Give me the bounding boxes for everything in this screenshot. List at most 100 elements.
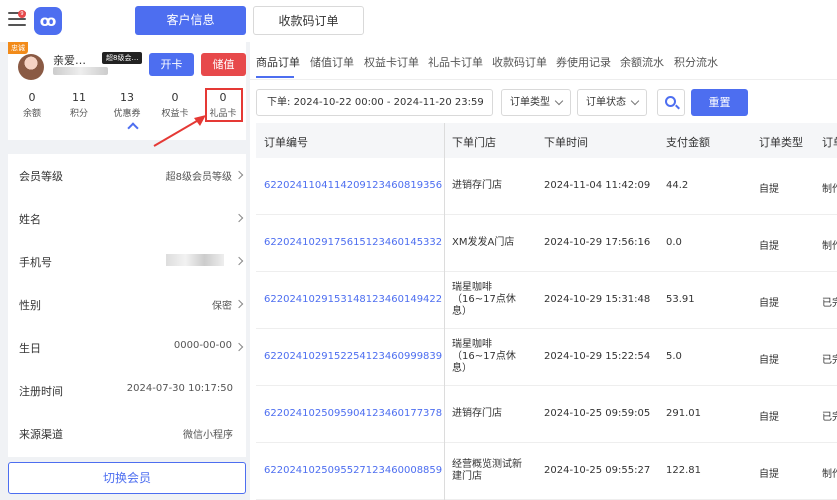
order-time: 2024-11-04 11:42:09 (544, 180, 651, 191)
tab-coupon-usage[interactable]: 券使用记录 (556, 54, 611, 70)
member-level-badge: 超8级会… (102, 52, 143, 64)
stat-points[interactable]: 11 积分 (55, 91, 103, 119)
order-status: 已完 (822, 298, 837, 309)
date-range-value: 2024-10-22 00:00 - 2024-11-20 23:59 (293, 97, 484, 108)
tab-payment-code-orders-sub[interactable]: 收款码订单 (492, 54, 547, 70)
tab-balance-flow[interactable]: 余额流水 (620, 54, 664, 70)
col-status: 订单 (822, 136, 837, 149)
order-id-link[interactable]: 6220241025095527123460008859 (264, 465, 442, 476)
info-row-name[interactable]: 姓名 (8, 197, 246, 240)
reset-button[interactable]: 重置 (691, 89, 748, 116)
order-id-link[interactable]: 6220241029175615123460145332 (264, 237, 442, 248)
select-label: 订单状态 (586, 97, 626, 108)
switch-member-button[interactable]: 切换会员 (8, 462, 246, 494)
info-value: 0000-00-00 (173, 340, 232, 351)
order-sub-tabs: 商品订单 储值订单 权益卡订单 礼品卡订单 收款码订单 券使用记录 余额流水 积… (250, 42, 837, 80)
deposit-button[interactable]: 储值 (201, 53, 246, 76)
order-type-select[interactable]: 订单类型 (501, 89, 571, 116)
column-divider[interactable] (444, 123, 445, 500)
member-info-card: 会员等级 超8级会员等级 姓名 手机号 性别 保密 生日 0000-00-00 … (8, 154, 246, 457)
order-amount: 291.01 (666, 408, 701, 419)
order-type: 自提 (759, 355, 779, 366)
stat-label: 积分 (69, 109, 88, 119)
info-row-gender[interactable]: 性别 保密 (8, 283, 246, 326)
tab-payment-code-orders[interactable]: 收款码订单 (253, 6, 364, 35)
stat-value: 13 (120, 91, 134, 104)
member-phone-blurred (53, 67, 108, 75)
stat-value: 0 (171, 91, 179, 104)
chevron-right-icon (234, 256, 244, 266)
info-row-source: 来源渠道 微信小程序 (8, 412, 246, 455)
stat-value: 0 (28, 91, 36, 104)
info-row-register-time: 注册时间 2024-07-30 10:17:50 (8, 369, 246, 412)
order-amount: 5.0 (666, 351, 682, 362)
col-time: 下单时间 (544, 136, 588, 149)
tab-rights-card-orders[interactable]: 权益卡订单 (364, 54, 419, 70)
order-status: 制作 (822, 469, 837, 480)
stat-label: 优惠券 (113, 109, 141, 119)
order-amount: 44.2 (666, 180, 689, 191)
order-time: 2024-10-29 17:56:16 (544, 237, 651, 248)
annotation-arrow-icon (153, 115, 206, 147)
order-status: 制作 (822, 241, 837, 252)
annotation-highlight-box (205, 88, 243, 122)
order-type: 自提 (759, 412, 779, 423)
info-label: 来源渠道 (19, 428, 63, 441)
tab-deposit-orders[interactable]: 储值订单 (310, 54, 354, 70)
search-button[interactable] (657, 89, 685, 116)
phone-blurred (166, 254, 224, 266)
stat-value: 11 (72, 91, 86, 104)
order-id-link[interactable]: 6220241029152254123460999839 (264, 351, 442, 362)
order-id-link[interactable]: 6220241025095904123460177378 (264, 408, 442, 419)
order-time: 2024-10-29 15:31:48 (544, 294, 651, 305)
orders-panel: 商品订单 储值订单 权益卡订单 礼品卡订单 收款码订单 券使用记录 余额流水 积… (250, 42, 837, 500)
stat-coupons[interactable]: 13 优惠券 (103, 91, 151, 119)
active-tab-indicator (256, 76, 294, 78)
info-value: 超8级会员等级 (165, 172, 232, 183)
order-status: 已完 (822, 355, 837, 366)
table-row: 6220241104114209123460819356 进销存门店 2024-… (256, 158, 837, 215)
info-row-phone[interactable]: 手机号 (8, 240, 246, 283)
order-type: 自提 (759, 184, 779, 195)
order-amount: 53.91 (666, 294, 695, 305)
order-store: 进销存门店 (452, 408, 502, 419)
col-amount: 支付金额 (666, 136, 710, 149)
date-range-picker[interactable]: 下单: 2024-10-22 00:00 - 2024-11-20 23:59 (256, 89, 493, 116)
order-id-link[interactable]: 6220241104114209123460819356 (264, 180, 442, 191)
table-row: 6220241025095904123460177378 进销存门店 2024-… (256, 386, 837, 443)
order-type: 自提 (759, 241, 779, 252)
col-type: 订单类型 (759, 136, 803, 149)
order-amount: 0.0 (666, 237, 682, 248)
tab-product-orders[interactable]: 商品订单 (256, 54, 300, 70)
member-name: 亲爱… (53, 54, 86, 67)
info-value: 保密 (212, 301, 232, 312)
tab-customer-info[interactable]: 客户信息 (135, 6, 246, 35)
order-store: 进销存门店 (452, 180, 502, 191)
chevron-right-icon (234, 299, 244, 309)
stat-label: 余额 (22, 109, 41, 119)
open-card-button[interactable]: 开卡 (149, 53, 194, 76)
table-row: 6220241029152254123460999839 瑞星咖啡（16~17点… (256, 329, 837, 386)
info-row-level[interactable]: 会员等级 超8级会员等级 (8, 154, 246, 197)
info-row-birthday[interactable]: 生日 0000-00-00 (8, 326, 246, 369)
tab-gift-card-orders[interactable]: 礼品卡订单 (428, 54, 483, 70)
collapse-chevron-up-icon[interactable] (127, 122, 139, 134)
col-store: 下单门店 (452, 136, 496, 149)
order-time: 2024-10-25 09:55:27 (544, 465, 651, 476)
info-label: 手机号 (19, 256, 52, 269)
info-label: 生日 (19, 342, 41, 355)
select-label: 订单类型 (510, 97, 550, 108)
order-store: 瑞星咖啡（16~17点休息） (452, 282, 516, 317)
stat-balance[interactable]: 0 余额 (8, 91, 56, 119)
order-status-select[interactable]: 订单状态 (577, 89, 647, 116)
orders-table: 订单编号 下单门店 下单时间 支付金额 订单类型 订单 622024110411… (256, 123, 837, 500)
tab-points-flow[interactable]: 积分流水 (674, 54, 718, 70)
order-id-link[interactable]: 6220241029153148123460149422 (264, 294, 442, 305)
order-store: 经营概览测试新建门店 (452, 459, 522, 482)
info-label: 性别 (19, 299, 41, 312)
order-time: 2024-10-25 09:59:05 (544, 408, 651, 419)
order-time: 2024-10-29 15:22:54 (544, 351, 651, 362)
order-status: 已完 (822, 412, 837, 423)
info-label: 注册时间 (19, 385, 63, 398)
table-header: 订单编号 下单门店 下单时间 支付金额 订单类型 订单 (256, 123, 837, 158)
